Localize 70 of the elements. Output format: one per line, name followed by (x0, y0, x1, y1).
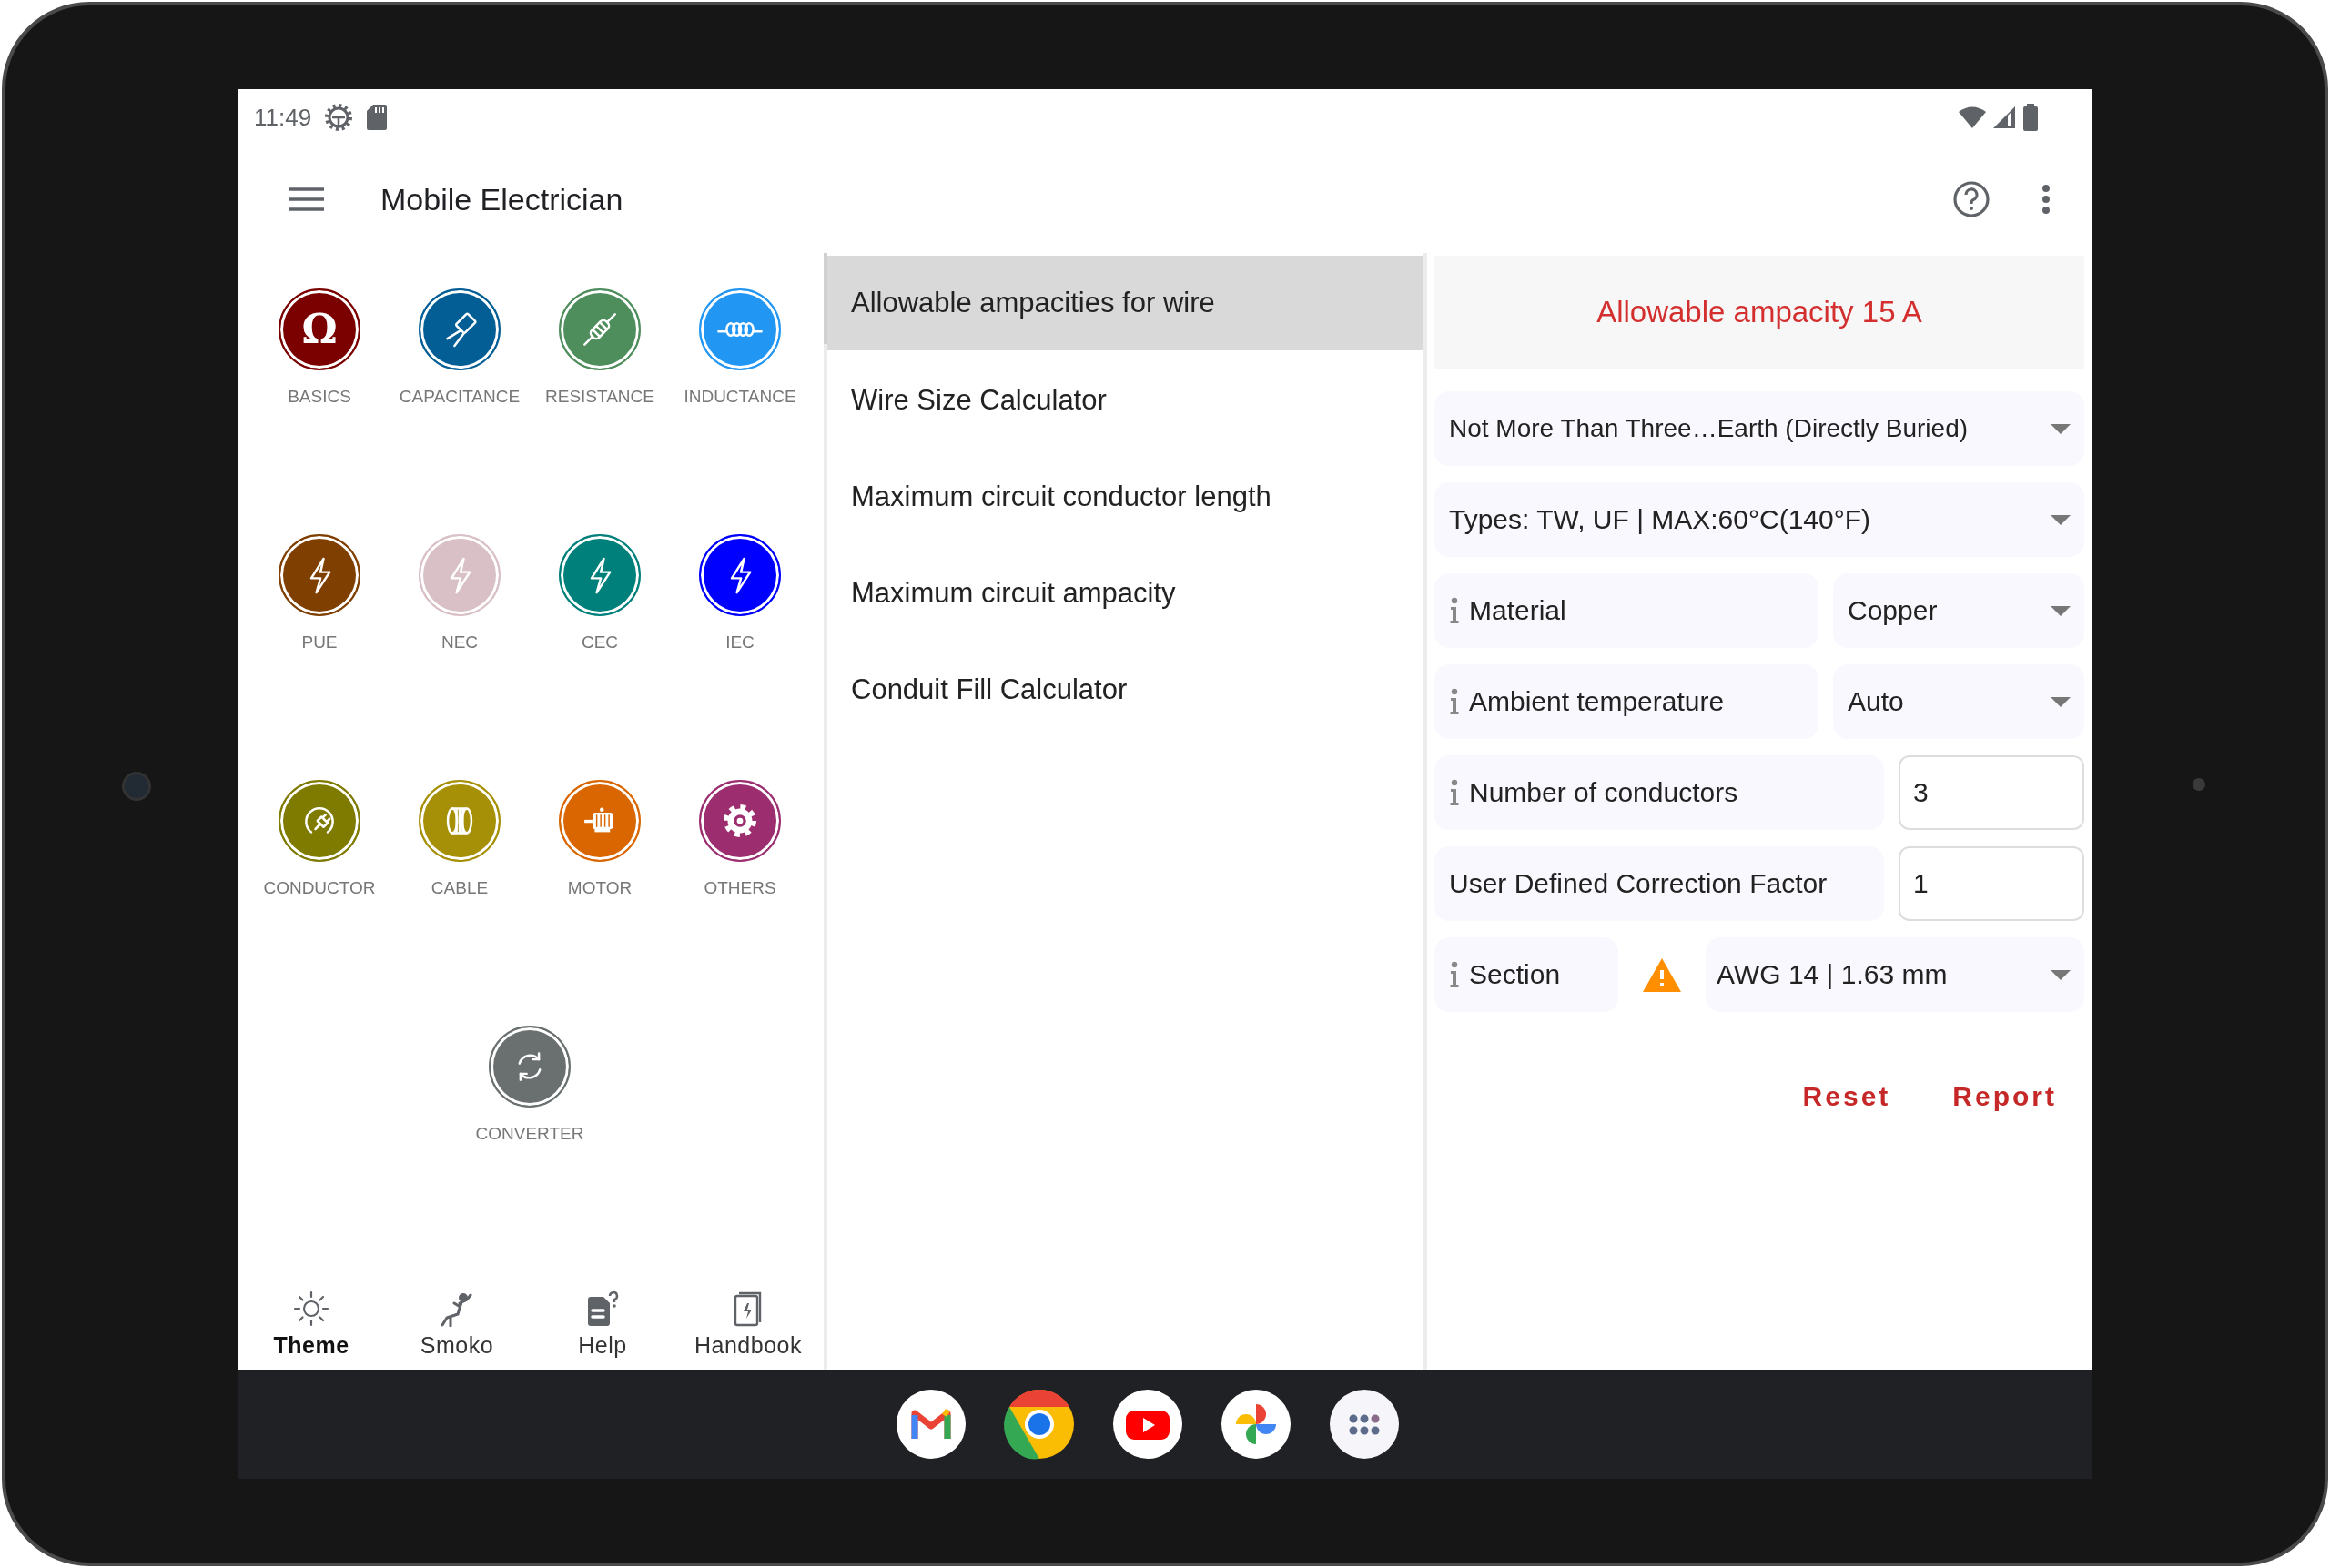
play-icon[interactable] (1110, 1388, 1184, 1461)
category-button[interactable]: CONVERTER (390, 1026, 670, 1144)
category-button[interactable]: OTHERS (670, 780, 810, 898)
dropdown[interactable]: Auto (1833, 664, 2084, 739)
dropdown-value: Copper (1848, 595, 1938, 626)
menu-item[interactable]: Allowable ampacities for wire (827, 256, 1423, 350)
category-button[interactable]: RESISTANCE (530, 288, 670, 407)
menu-item[interactable]: Maximum circuit ampacity (827, 545, 1423, 642)
caret-icon (2050, 422, 2072, 435)
category-button[interactable]: PUE (249, 534, 390, 652)
info-icon[interactable] (1449, 688, 1460, 715)
nav-tab[interactable]: Handbook (675, 1290, 821, 1359)
info-icon[interactable] (1449, 597, 1460, 624)
category-button[interactable]: Ω BASICS (249, 288, 390, 407)
nav-tab[interactable]: Theme (238, 1290, 384, 1359)
app-title: Mobile Electrician (380, 181, 624, 217)
caret-icon (2050, 513, 2072, 526)
caret-icon (2050, 604, 2072, 617)
result-banner: Allowable ampacity 15 A (1434, 256, 2084, 369)
label-text: Material (1469, 595, 1566, 626)
input-field[interactable]: 3 (1899, 755, 2084, 830)
dropdown-value: AWG 14 | 1.63 mm (1717, 959, 1948, 990)
signal-icon (1992, 106, 2016, 129)
menu-item[interactable]: Maximum circuit conductor length (827, 449, 1423, 545)
dropdown[interactable]: Types: TW, UF | MAX:60°C(140°F) (1434, 482, 2084, 557)
category-button[interactable]: CONDUCTOR (249, 780, 390, 898)
menu-item[interactable]: Wire Size Calculator (827, 352, 1423, 449)
text-button[interactable]: Reset (1798, 1076, 1895, 1118)
apps-grid-icon[interactable] (1327, 1388, 1401, 1461)
dropdown[interactable]: Copper (1833, 573, 2084, 648)
dropdown-value: Not More Than Three…Earth (Directly Buried) (1449, 414, 1969, 443)
sensor-dot (2193, 778, 2205, 791)
nav-tab[interactable]: Help (530, 1290, 675, 1359)
dropdown-value: Types: TW, UF | MAX:60°C(140°F) (1449, 504, 1870, 535)
info-icon[interactable] (1449, 961, 1460, 988)
info-icon[interactable] (1449, 779, 1460, 806)
battery-icon (2021, 104, 2040, 131)
omega-icon: Ω (279, 288, 360, 370)
pinwheel-icon[interactable] (1219, 1388, 1292, 1461)
label-text: Section (1469, 959, 1561, 990)
category-button[interactable]: NEC (390, 534, 530, 652)
caret-icon (2050, 968, 2072, 981)
browser-icon[interactable] (1002, 1388, 1076, 1461)
camera-lens (122, 772, 151, 801)
gear-icon (324, 103, 354, 132)
dropdown[interactable]: AWG 14 | 1.63 mm (1706, 937, 2084, 1012)
wifi-icon (1958, 106, 1987, 129)
text-button[interactable]: Report (1949, 1076, 2061, 1118)
category-button[interactable]: CAPACITANCE (390, 288, 530, 407)
label-text: Ambient temperature (1469, 686, 1725, 717)
dropdown[interactable]: Not More Than Three…Earth (Directly Buried) (1434, 391, 2084, 466)
caret-icon (2050, 695, 2072, 708)
label-text: Number of conductors (1469, 777, 1738, 808)
category-button[interactable]: IEC (670, 534, 810, 652)
dropdown-value: Auto (1848, 686, 1904, 717)
category-button[interactable]: CEC (530, 534, 670, 652)
menu-icon (289, 187, 324, 212)
sd-card-icon (366, 104, 389, 131)
nav-tab[interactable]: Smoko (384, 1290, 530, 1359)
input-field[interactable]: 1 (1899, 846, 2084, 921)
category-button[interactable]: MOTOR (530, 780, 670, 898)
more-icon (2041, 184, 2051, 215)
label-text: User Defined Correction Factor (1449, 868, 1828, 899)
category-button[interactable]: CABLE (390, 780, 530, 898)
menu-item[interactable]: Conduit Fill Calculator (827, 642, 1423, 738)
clock-time: 11:49 (254, 103, 312, 132)
mail-icon[interactable] (894, 1388, 967, 1461)
help-icon (1952, 180, 1991, 218)
sun-icon (293, 1290, 329, 1327)
category-button[interactable]: INDUCTANCE (670, 288, 810, 407)
